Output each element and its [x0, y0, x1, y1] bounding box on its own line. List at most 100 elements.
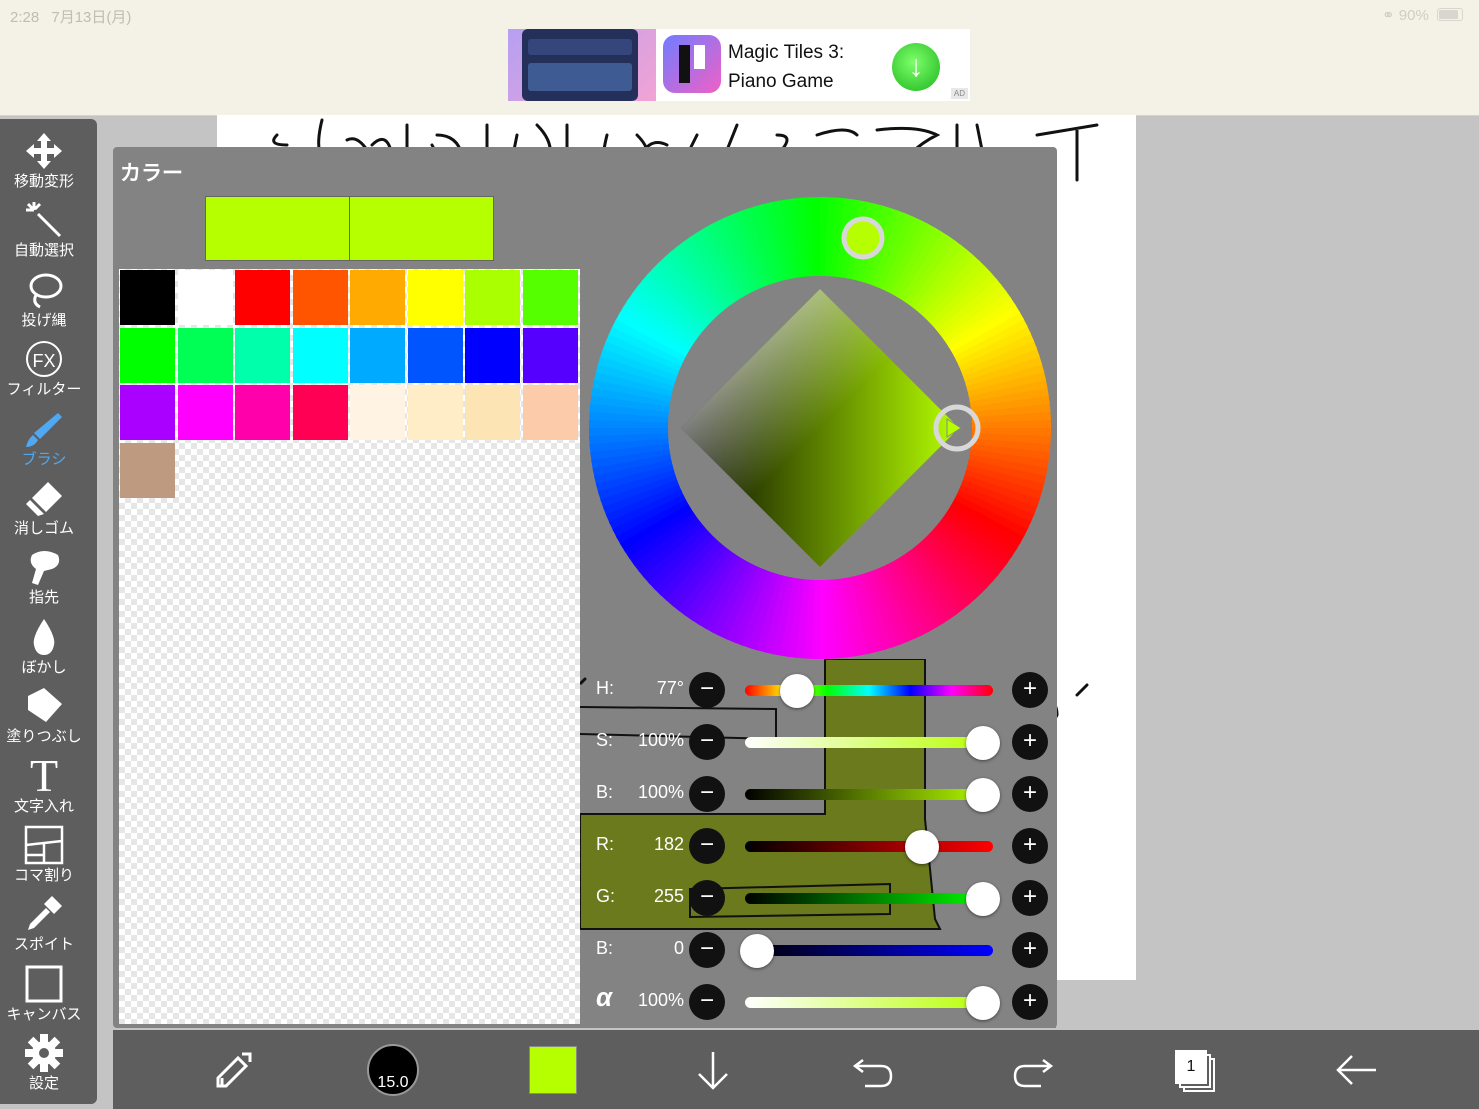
tool-lasso[interactable]: 投げ縄 — [0, 268, 88, 330]
slider-knob[interactable] — [905, 830, 940, 864]
back-arrow-icon[interactable] — [1331, 1044, 1383, 1096]
palette-swatch[interactable] — [407, 385, 463, 440]
previous-color-swatch[interactable] — [349, 196, 494, 261]
palette-swatch[interactable] — [522, 327, 578, 383]
ad-banner[interactable]: Magic Tiles 3: Piano Game ↓ AD — [508, 29, 970, 101]
palette-swatch[interactable] — [120, 270, 175, 325]
decrement-button[interactable]: − — [689, 984, 725, 1020]
palette-swatch[interactable] — [177, 270, 233, 325]
current-color-swatch[interactable] — [205, 196, 350, 261]
palette-swatch[interactable] — [407, 327, 463, 383]
blur-drop-icon — [0, 615, 88, 659]
slider-track[interactable] — [745, 997, 993, 1008]
slider-label: G: — [596, 886, 616, 906]
palette-swatch[interactable] — [177, 327, 233, 383]
undo-icon[interactable] — [849, 1044, 897, 1096]
palette-swatch[interactable] — [522, 270, 578, 325]
palette-swatch[interactable] — [235, 327, 290, 383]
slider-value: 100% — [637, 782, 684, 802]
slider-knob[interactable] — [966, 986, 1000, 1020]
current-color-button[interactable] — [529, 1044, 577, 1096]
lasso-icon — [0, 268, 88, 312]
increment-button[interactable]: + — [1012, 776, 1048, 812]
slider-value: 100% — [637, 990, 684, 1010]
palette-swatch[interactable] — [177, 385, 233, 440]
tool-frame-divide[interactable]: コマ割り — [0, 823, 88, 885]
decrement-button[interactable]: − — [689, 776, 725, 812]
slider-track[interactable] — [745, 893, 993, 904]
brush-size-button[interactable]: 15.0 — [367, 1044, 419, 1096]
tool-canvas[interactable]: キャンバス — [0, 962, 88, 1024]
increment-button[interactable]: + — [1012, 880, 1048, 916]
increment-button[interactable]: + — [1012, 828, 1048, 864]
palette-swatch[interactable] — [350, 327, 405, 383]
palette-swatch[interactable] — [120, 385, 175, 440]
decrement-button[interactable]: − — [689, 672, 725, 708]
increment-button[interactable]: + — [1012, 984, 1048, 1020]
palette-swatch[interactable] — [465, 270, 520, 325]
slider-track[interactable] — [745, 789, 993, 800]
tool-eyedropper[interactable]: スポイト — [0, 892, 88, 954]
frame-divide-icon — [0, 823, 88, 867]
palette-swatch[interactable] — [407, 270, 463, 325]
brush-icon — [0, 407, 88, 451]
increment-button[interactable]: + — [1012, 932, 1048, 968]
palette-swatch[interactable] — [522, 385, 578, 440]
palette-swatch[interactable] — [292, 385, 348, 440]
palette-swatch[interactable] — [235, 385, 290, 440]
tool-eraser[interactable]: 消しゴム — [0, 476, 88, 538]
decrement-button[interactable]: − — [689, 880, 725, 916]
palette-swatch[interactable] — [292, 327, 348, 383]
tool-brush[interactable]: ブラシ — [0, 407, 88, 469]
tool-filter-fx[interactable]: FX フィルター — [0, 337, 88, 399]
slider-track[interactable] — [745, 737, 993, 748]
tool-blur-drop[interactable]: ぼかし — [0, 615, 88, 677]
redo-icon[interactable] — [1009, 1044, 1057, 1096]
tool-label: 指先 — [28, 589, 59, 607]
tool-move[interactable]: 移動変形 — [0, 129, 88, 191]
slider-row-bri: B: 100% − + — [580, 768, 1056, 820]
tool-sidebar: 移動変形自動選択投げ縄 FX フィルター ブラシ消しゴム指先ぼかし塗りつぶし T 文字入れ… — [0, 119, 97, 1104]
tool-label: 自動選択 — [13, 242, 74, 260]
palette-swatch[interactable] — [465, 327, 520, 383]
wifi-icon: ⚭ — [1382, 7, 1395, 24]
slider-knob[interactable] — [780, 674, 815, 708]
tool-finger[interactable]: 指先 — [0, 545, 88, 607]
tool-label: 消しゴム — [13, 520, 74, 537]
decrement-button[interactable]: − — [689, 828, 725, 864]
tool-gear[interactable]: 設定 — [0, 1031, 88, 1093]
tool-magic-wand[interactable]: 自動選択 — [0, 198, 88, 260]
palette-swatch[interactable] — [235, 270, 290, 325]
decrement-button[interactable]: − — [689, 724, 725, 760]
slider-knob[interactable] — [966, 778, 1000, 812]
slider-track[interactable] — [745, 841, 993, 852]
decrement-button[interactable]: − — [689, 932, 725, 968]
palette-swatch[interactable] — [350, 270, 405, 325]
tool-label: 投げ縄 — [21, 311, 67, 329]
slider-track[interactable] — [745, 945, 993, 956]
layer-count: 1 — [1175, 1050, 1207, 1084]
tool-bucket[interactable]: 塗りつぶし — [0, 684, 88, 746]
palette-swatch[interactable] — [350, 385, 405, 440]
down-arrow-icon[interactable] — [689, 1044, 737, 1096]
palette-swatch[interactable] — [120, 327, 175, 383]
palette-swatch[interactable] — [292, 270, 348, 325]
download-icon[interactable]: ↓ — [892, 43, 940, 91]
tool-text[interactable]: T 文字入れ — [0, 752, 88, 816]
tool-label: キャンバス — [6, 1005, 82, 1023]
slider-knob[interactable] — [966, 882, 1000, 916]
color-palette — [119, 269, 580, 1024]
color-wheel[interactable] — [588, 196, 1052, 660]
swap-tool-icon[interactable] — [208, 1044, 260, 1096]
layers-button[interactable]: 1 — [1171, 1044, 1219, 1096]
slider-knob[interactable] — [740, 934, 774, 968]
palette-swatch[interactable] — [465, 385, 520, 440]
slider-knob[interactable] — [966, 726, 1000, 760]
slider-label: B: — [596, 782, 614, 802]
palette-swatch[interactable] — [120, 442, 175, 498]
slider-value: 0 — [673, 938, 684, 958]
increment-button[interactable]: + — [1012, 672, 1048, 708]
hue-ring[interactable] — [588, 196, 1052, 660]
increment-button[interactable]: + — [1012, 724, 1048, 760]
hue-selector-knob[interactable] — [841, 216, 885, 260]
